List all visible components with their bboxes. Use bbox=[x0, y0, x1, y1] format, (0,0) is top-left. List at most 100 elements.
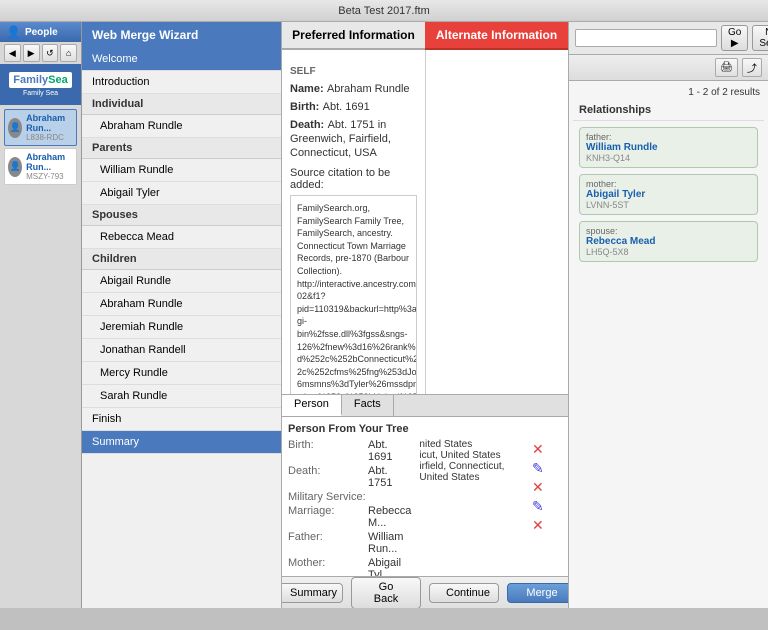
fact-value-birth: Abt. 1691 bbox=[368, 439, 411, 463]
fact-value-father: William Run... bbox=[368, 531, 411, 555]
people-tab-header: 👤 People bbox=[0, 22, 81, 42]
wizard-nav-welcome[interactable]: Welcome bbox=[82, 48, 281, 71]
fact-birth: Birth: Abt. 1691 bbox=[288, 439, 411, 463]
fact-value-military bbox=[368, 491, 411, 503]
people-label: People bbox=[25, 27, 58, 38]
wizard-nav-sarah-rundle[interactable]: Sarah Rundle bbox=[82, 385, 281, 408]
spouse-id: LH5Q-5X8 bbox=[586, 247, 751, 257]
father-name[interactable]: William Rundle bbox=[586, 142, 751, 153]
fact-label-mother: Mother: bbox=[288, 557, 368, 576]
wizard-nav-abigail-tyler[interactable]: Abigail Tyler bbox=[82, 182, 281, 205]
wizard-nav-william-rundle[interactable]: William Rundle bbox=[82, 159, 281, 182]
share-button[interactable]: ⤴ bbox=[742, 58, 762, 77]
fact-label-marriage: Marriage: bbox=[288, 505, 368, 529]
go-back-button[interactable]: Go Back bbox=[351, 577, 421, 609]
wizard-nav-jonathan-randell[interactable]: Jonathan Randell bbox=[82, 339, 281, 362]
facts-section-title: Person From Your Tree bbox=[288, 423, 562, 435]
wizard-header: Web Merge Wizard bbox=[82, 22, 281, 48]
name-label: Name: bbox=[290, 83, 324, 95]
alternate-column bbox=[426, 50, 569, 394]
delete-icon-2[interactable]: ✕ bbox=[532, 479, 562, 496]
tab-facts[interactable]: Facts bbox=[342, 395, 394, 416]
tab-person[interactable]: Person bbox=[282, 395, 342, 416]
fs-logo: FamilySea Family Sea bbox=[9, 72, 71, 97]
fact-mother: Mother: Abigail Tyl... bbox=[288, 557, 411, 576]
print-button[interactable]: 🖨 bbox=[715, 58, 738, 77]
preferred-header: Preferred Information bbox=[282, 22, 425, 50]
wizard-nav-summary[interactable]: Summary bbox=[82, 431, 281, 454]
preferred-column: SELF Name: Abraham Rundle Birth: Abt. 16… bbox=[282, 50, 426, 394]
self-label: SELF bbox=[290, 66, 417, 77]
refresh-button[interactable]: ↺ bbox=[42, 44, 59, 62]
right-fact-3: irfield, Connecticut, United States bbox=[419, 461, 524, 483]
forward-button[interactable]: ▶ bbox=[23, 44, 40, 62]
wizard-nav-finish[interactable]: Finish bbox=[82, 408, 281, 431]
app-title: Beta Test 2017.ftm bbox=[338, 5, 430, 17]
main-content: Preferred Information Alternate Informat… bbox=[282, 22, 568, 608]
wizard-nav-mercy-rundle[interactable]: Mercy Rundle bbox=[82, 362, 281, 385]
relationship-mother: mother: Abigail Tyler LVNN-5ST bbox=[579, 174, 758, 215]
alternate-header: Alternate Information bbox=[425, 22, 568, 50]
person-id-1: L838-RDC bbox=[26, 133, 73, 142]
mother-name[interactable]: Abigail Tyler bbox=[586, 189, 751, 200]
column-headers: Preferred Information Alternate Informat… bbox=[282, 22, 568, 50]
birth-label: Birth: bbox=[290, 101, 319, 113]
search-bar: Go ▶ New Search bbox=[569, 22, 768, 55]
name-value: Abraham Rundle bbox=[327, 83, 410, 95]
wizard-nav-abraham-rundle[interactable]: Abraham Rundle bbox=[82, 115, 281, 138]
person-id-2: MSZY-793 bbox=[26, 172, 73, 181]
relationships-title: Relationships bbox=[573, 100, 764, 121]
person-card-2[interactable]: 👤 Abraham Run... MSZY-793 bbox=[4, 148, 77, 185]
delete-icon-1[interactable]: ✕ bbox=[532, 441, 562, 458]
wizard-section-parents: Parents bbox=[82, 138, 281, 159]
wizard-nav: Welcome Introduction Individual Abraham … bbox=[82, 48, 281, 608]
father-role: father: bbox=[586, 132, 751, 142]
birth-field-row: Birth: Abt. 1691 bbox=[290, 99, 417, 113]
person-name-2: Abraham Run... bbox=[26, 152, 73, 172]
info-body: SELF Name: Abraham Rundle Birth: Abt. 16… bbox=[282, 50, 568, 394]
death-label: Death: bbox=[290, 119, 324, 131]
continue-button[interactable]: Continue bbox=[429, 583, 499, 603]
familysearch-logo-area: FamilySea Family Sea bbox=[0, 64, 81, 105]
avatar-2: 👤 bbox=[8, 157, 22, 177]
source-citation-label: Source citation to be added: bbox=[290, 167, 417, 191]
wizard-nav-abraham-rundle2[interactable]: Abraham Rundle bbox=[82, 293, 281, 316]
spouse-name[interactable]: Rebecca Mead bbox=[586, 236, 751, 247]
new-search-button[interactable]: New Search bbox=[752, 25, 768, 51]
bottom-buttons: Summary Go Back Continue Merge bbox=[282, 576, 568, 608]
edit-icon-2[interactable]: ✎ bbox=[532, 498, 562, 515]
left-sidebar: 👤 People ◀ ▶ ↺ ⌂ FamilySea Family Sea bbox=[0, 22, 82, 608]
mother-id: LVNN-5ST bbox=[586, 200, 751, 210]
fact-father: Father: William Run... bbox=[288, 531, 411, 555]
go-button[interactable]: Go ▶ bbox=[721, 25, 748, 51]
edit-icon-1[interactable]: ✎ bbox=[532, 460, 562, 477]
home-button[interactable]: ⌂ bbox=[60, 44, 77, 62]
wizard-panel: Web Merge Wizard Welcome Introduction In… bbox=[82, 22, 282, 608]
right-panel: Go ▶ New Search 🖨 ⤴ 1 - 2 of 2 results R… bbox=[568, 22, 768, 608]
wizard-section-spouses: Spouses bbox=[82, 205, 281, 226]
birth-value: Abt. 1691 bbox=[323, 101, 370, 113]
wizard-nav-rebecca-mead[interactable]: Rebecca Mead bbox=[82, 226, 281, 249]
summary-button[interactable]: Summary bbox=[282, 583, 343, 603]
wizard-section-individual: Individual bbox=[82, 94, 281, 115]
person-card-1[interactable]: 👤 Abraham Run... L838-RDC bbox=[4, 109, 77, 146]
relationship-spouse: spouse: Rebecca Mead LH5Q-5X8 bbox=[579, 221, 758, 262]
avatar-1: 👤 bbox=[8, 118, 22, 138]
wizard-section-children: Children bbox=[82, 249, 281, 270]
fact-value-marriage: Rebecca M... bbox=[368, 505, 411, 529]
wizard-nav-jeremiah-rundle[interactable]: Jeremiah Rundle bbox=[82, 316, 281, 339]
fact-death: Death: Abt. 1751 bbox=[288, 465, 411, 489]
death-field-row: Death: Abt. 1751 in Greenwich, Fairfield… bbox=[290, 117, 417, 159]
relationship-father: father: William Rundle KNH3-Q14 bbox=[579, 127, 758, 168]
wizard-nav-introduction[interactable]: Introduction bbox=[82, 71, 281, 94]
right-fact-2: icut, United States bbox=[419, 450, 524, 461]
fact-military: Military Service: bbox=[288, 491, 411, 503]
mother-role: mother: bbox=[586, 179, 751, 189]
name-field-row: Name: Abraham Rundle bbox=[290, 81, 417, 95]
source-citation-text: FamilySearch.org, FamilySearch Family Tr… bbox=[290, 195, 417, 394]
delete-icon-3[interactable]: ✕ bbox=[532, 517, 562, 534]
merge-button[interactable]: Merge bbox=[507, 583, 568, 603]
wizard-nav-abigail-rundle[interactable]: Abigail Rundle bbox=[82, 270, 281, 293]
back-button[interactable]: ◀ bbox=[4, 44, 21, 62]
search-input[interactable] bbox=[575, 29, 717, 47]
